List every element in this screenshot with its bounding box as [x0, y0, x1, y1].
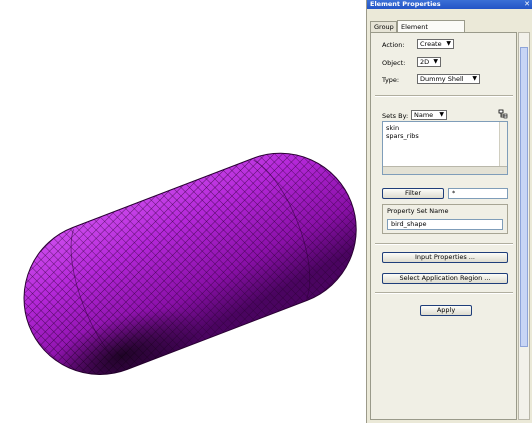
- tree-select-icon[interactable]: [498, 109, 508, 119]
- chevron-down-icon: ▼: [439, 111, 444, 118]
- filter-input[interactable]: *: [448, 188, 508, 199]
- chevron-down-icon: ▼: [433, 58, 438, 65]
- panel-title: Element Properties: [370, 0, 441, 8]
- tab-element-properties[interactable]: Element Properties: [397, 20, 465, 43]
- action-dropdown[interactable]: Create ▼: [417, 39, 454, 49]
- divider: [375, 243, 513, 245]
- list-item[interactable]: skin: [386, 124, 399, 132]
- property-sets-listbox[interactable]: skin spars_ribs: [382, 121, 508, 175]
- sets-by-value: Name: [414, 111, 434, 119]
- type-value: Dummy Shell: [420, 75, 464, 83]
- select-application-region-button[interactable]: Select Application Region ...: [382, 273, 508, 284]
- list-item[interactable]: spars_ribs: [386, 132, 419, 140]
- divider: [375, 292, 513, 294]
- property-set-name-label: Property Set Name: [387, 207, 449, 215]
- property-set-group: Property Set Name bird_shape: [382, 204, 508, 234]
- apply-button[interactable]: Apply: [420, 305, 472, 316]
- property-set-name-input[interactable]: bird_shape: [387, 219, 503, 230]
- divider: [375, 95, 513, 97]
- action-value: Create: [420, 40, 442, 48]
- element-properties-panel: Element Properties ✕ Group Element Prope…: [366, 0, 532, 423]
- tab-group[interactable]: Group: [370, 21, 397, 32]
- close-icon[interactable]: ✕: [524, 0, 530, 9]
- sets-by-label: Sets By:: [382, 112, 409, 120]
- list-vertical-scrollbar[interactable]: [499, 122, 507, 168]
- chevron-down-icon: ▼: [446, 40, 451, 47]
- chevron-down-icon: ▼: [472, 75, 477, 82]
- filter-button[interactable]: Filter: [382, 188, 444, 199]
- capsule-mesh-model: [23, 152, 357, 375]
- object-dropdown[interactable]: 2D ▼: [417, 57, 441, 67]
- element-properties-form: Action: Create ▼ Object: 2D ▼ Type: Dumm…: [370, 32, 517, 420]
- list-horizontal-scrollbar[interactable]: [383, 166, 507, 174]
- object-label: Object:: [382, 59, 406, 67]
- type-label: Type:: [382, 76, 400, 84]
- object-value: 2D: [420, 58, 430, 66]
- action-label: Action:: [382, 41, 405, 49]
- panel-vertical-scrollbar[interactable]: [518, 32, 530, 420]
- scrollbar-thumb[interactable]: [520, 47, 528, 347]
- sets-by-dropdown[interactable]: Name ▼: [411, 110, 447, 120]
- graphics-viewport[interactable]: [0, 0, 366, 423]
- panel-title-bar: Element Properties ✕: [367, 0, 532, 9]
- type-dropdown[interactable]: Dummy Shell ▼: [417, 74, 480, 84]
- input-properties-button[interactable]: Input Properties ...: [382, 252, 508, 263]
